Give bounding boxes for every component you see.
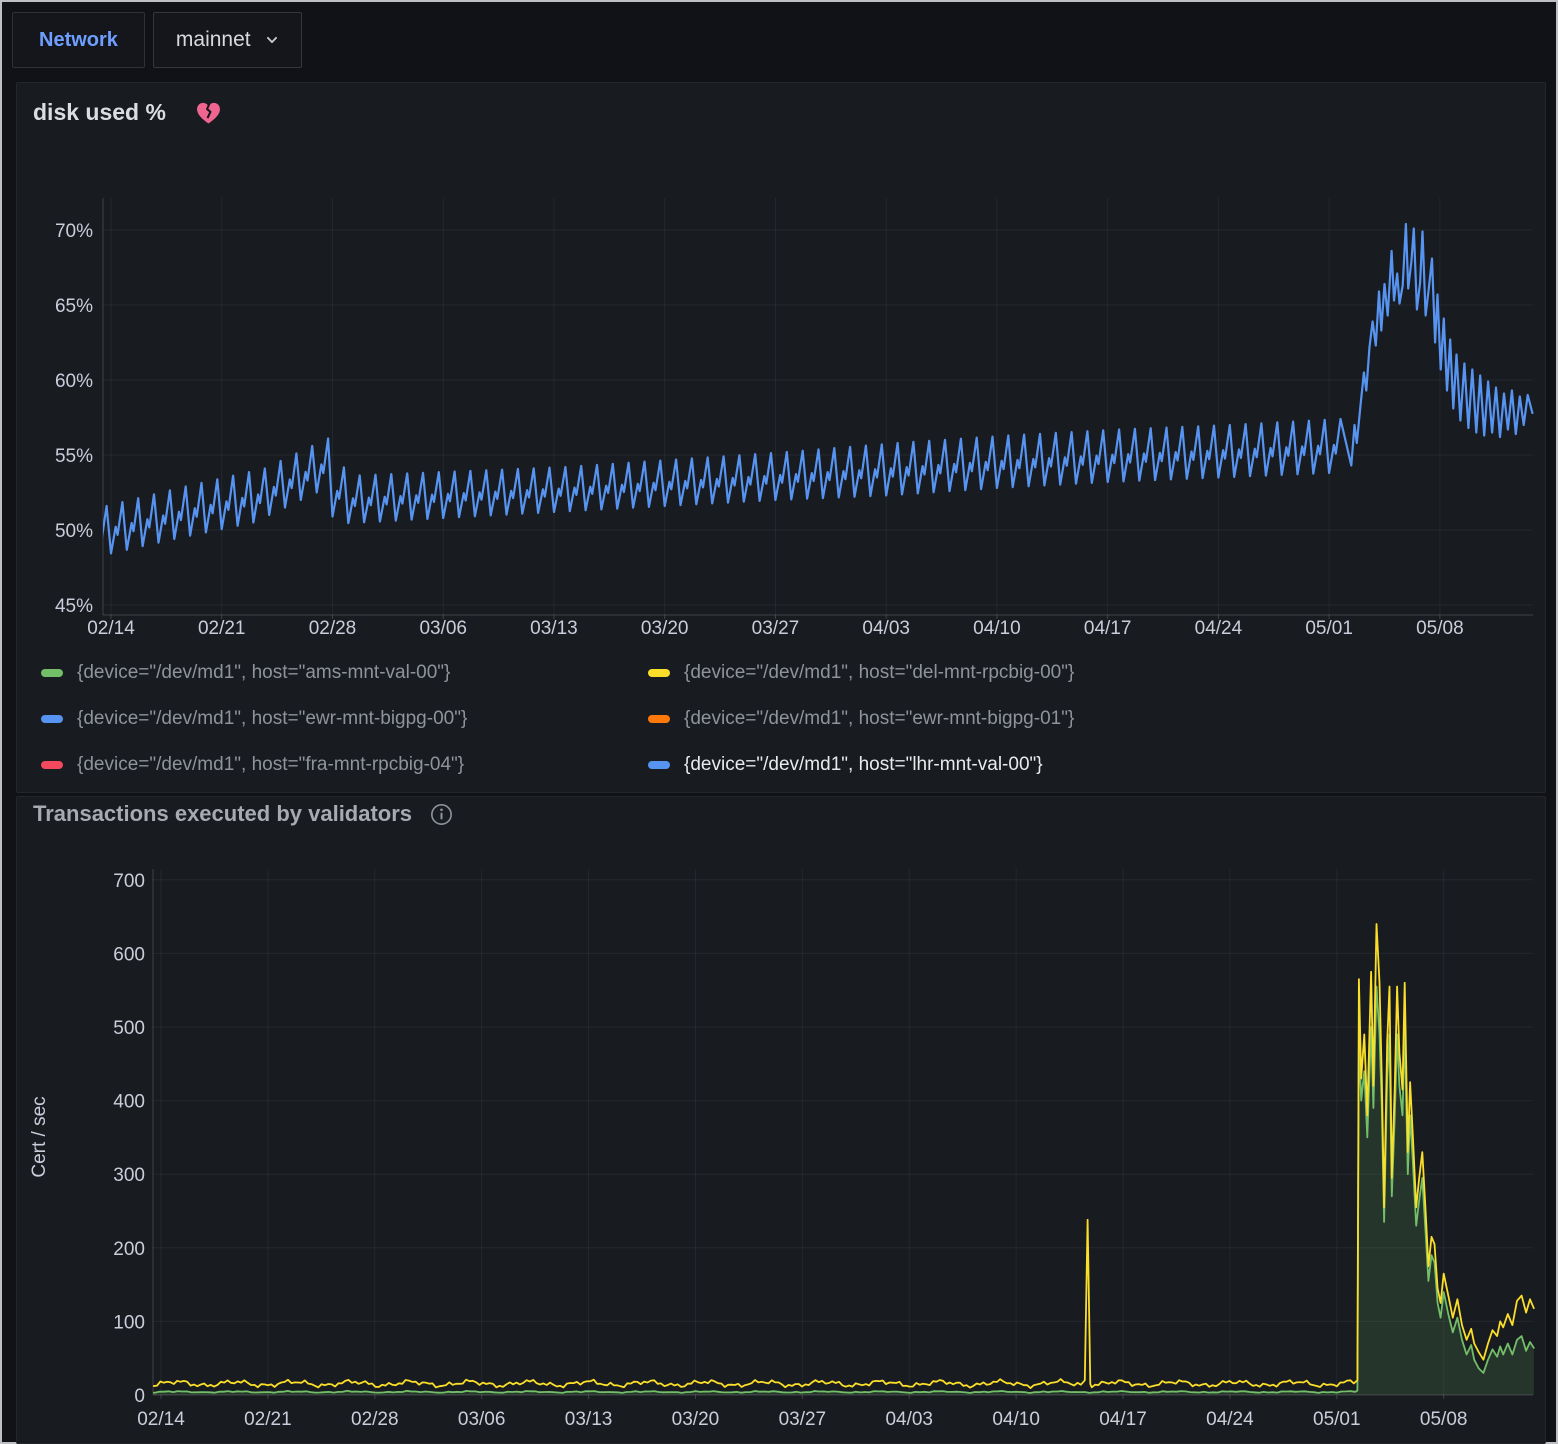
svg-text:03/27: 03/27 [779,1409,827,1430]
panel-title-transactions[interactable]: Transactions executed by validators [33,801,412,827]
svg-text:Cert / sec: Cert / sec [29,1096,50,1177]
alert-heartbreak-icon [194,99,223,126]
grafana-dashboard: { "toolbar": { "network_label": "Network… [0,0,1558,1444]
svg-text:03/13: 03/13 [565,1409,613,1430]
svg-text:45%: 45% [55,596,93,617]
panel-disk-used: disk used % 45% 50% 55% 60% 65% 70% 02/14 02/21… [16,82,1546,793]
svg-text:04/24: 04/24 [1206,1409,1254,1430]
dashboard-variables-toolbar: Network mainnet [12,12,302,68]
svg-text:04/17: 04/17 [1084,618,1132,639]
panel-header: disk used % [33,99,223,126]
svg-text:04/10: 04/10 [973,618,1021,639]
panel-title-disk-used[interactable]: disk used % [33,99,166,126]
series-label: {device="/dev/md1", host="fra-mnt-rpcbig… [77,755,464,775]
svg-text:50%: 50% [55,521,93,542]
svg-text:03/06: 03/06 [458,1409,506,1430]
series-color-swatch [41,761,63,769]
svg-text:02/21: 02/21 [244,1409,292,1430]
svg-text:02/28: 02/28 [351,1409,399,1430]
svg-text:02/21: 02/21 [198,618,246,639]
svg-text:60%: 60% [55,371,93,392]
svg-text:05/01: 05/01 [1305,618,1353,639]
svg-text:04/03: 04/03 [862,618,910,639]
svg-text:04/24: 04/24 [1195,618,1243,639]
series-label: {device="/dev/md1", host="del-mnt-rpcbig… [684,663,1074,683]
svg-text:03/27: 03/27 [752,618,800,639]
series-color-swatch [648,715,670,723]
series-color-swatch [648,761,670,769]
transactions-chart-canvas[interactable]: 0 100 200 300 400 500 600 700 02/14 02/21 02/28 03/… [17,797,1545,1443]
info-circle-icon[interactable] [430,803,453,826]
chevron-down-icon [265,33,279,47]
series-color-swatch [41,715,63,723]
svg-text:05/01: 05/01 [1313,1409,1361,1430]
svg-text:70%: 70% [55,221,93,242]
disk-used-chart-canvas[interactable]: 45% 50% 55% 60% 65% 70% 02/14 02/21 02/28 03/06 03… [17,83,1545,653]
legend-item[interactable]: {device="/dev/md1", host="del-mnt-rpcbig… [648,663,1535,683]
series-color-swatch [648,669,670,677]
series-label: {device="/dev/md1", host="lhr-mnt-val-00… [684,755,1043,775]
legend-item[interactable]: {device="/dev/md1", host="ams-mnt-val-00… [41,663,648,683]
legend-item[interactable]: {device="/dev/md1", host="ewr-mnt-bigpg-… [41,709,648,729]
svg-text:03/13: 03/13 [530,618,578,639]
network-variable-label: Network [12,12,145,68]
svg-text:05/08: 05/08 [1416,618,1464,639]
series-label: {device="/dev/md1", host="ewr-mnt-bigpg-… [684,709,1074,729]
panel-header: Transactions executed by validators [33,801,453,827]
svg-text:04/03: 04/03 [885,1409,933,1430]
svg-text:600: 600 [113,944,145,965]
network-dropdown[interactable]: mainnet [153,12,302,68]
svg-text:65%: 65% [55,296,93,317]
svg-text:200: 200 [113,1239,145,1260]
svg-text:500: 500 [113,1018,145,1039]
network-dropdown-value: mainnet [176,28,251,52]
svg-text:03/20: 03/20 [641,618,689,639]
svg-text:400: 400 [113,1092,145,1113]
panel-transactions: Transactions executed by validators 0 100… [16,796,1546,1444]
svg-text:55%: 55% [55,446,93,467]
svg-text:02/28: 02/28 [309,618,357,639]
svg-text:02/14: 02/14 [87,618,135,639]
series-label: {device="/dev/md1", host="ewr-mnt-bigpg-… [77,709,467,729]
svg-text:05/08: 05/08 [1420,1409,1468,1430]
svg-text:300: 300 [113,1165,145,1186]
svg-text:04/17: 04/17 [1099,1409,1147,1430]
svg-text:03/20: 03/20 [672,1409,720,1430]
legend-item[interactable]: {device="/dev/md1", host="lhr-mnt-val-00… [648,755,1535,775]
svg-text:700: 700 [113,871,145,892]
network-label-text: Network [39,29,118,52]
svg-text:04/10: 04/10 [992,1409,1040,1430]
svg-text:100: 100 [113,1312,145,1333]
legend-item[interactable]: {device="/dev/md1", host="ewr-mnt-bigpg-… [648,709,1535,729]
series-color-swatch [41,669,63,677]
legend-item[interactable]: {device="/dev/md1", host="fra-mnt-rpcbig… [41,755,648,775]
svg-text:02/14: 02/14 [137,1409,185,1430]
series-label: {device="/dev/md1", host="ams-mnt-val-00… [77,663,450,683]
disk-used-legend: {device="/dev/md1", host="ams-mnt-val-00… [41,663,1535,775]
svg-text:0: 0 [134,1386,145,1407]
svg-text:03/06: 03/06 [419,618,467,639]
